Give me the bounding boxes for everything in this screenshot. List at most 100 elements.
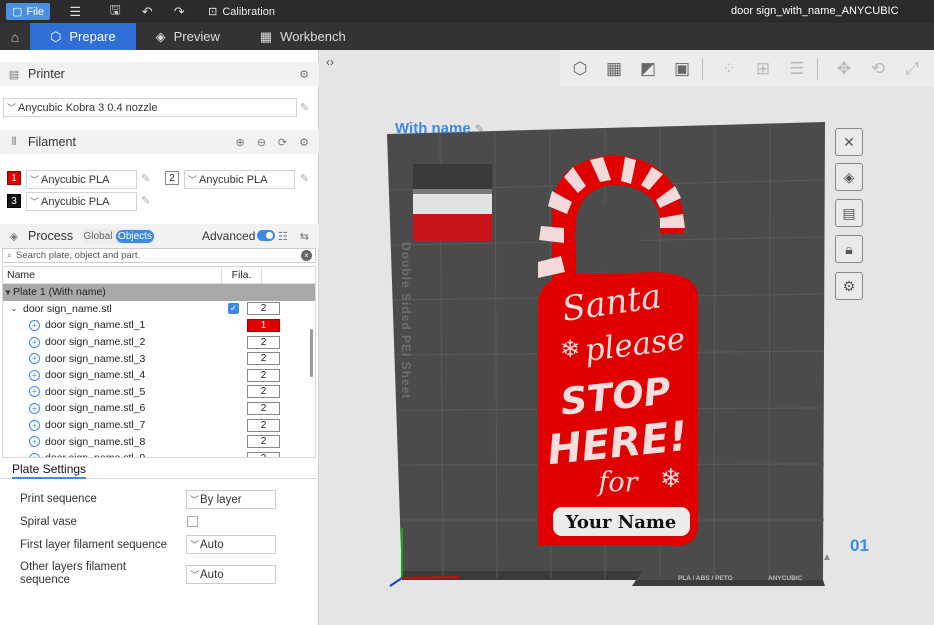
chevron-down-icon: ﹀ xyxy=(190,540,200,550)
advanced-toggle[interactable] xyxy=(257,230,275,241)
edit-printer-icon[interactable]: ✎ xyxy=(300,101,309,114)
part-row[interactable]: + door sign_name.stl_4 2 xyxy=(3,367,315,384)
part-filament-field[interactable]: 1 xyxy=(247,318,280,332)
save-icon[interactable]: 🖫 xyxy=(108,1,122,23)
toolbar-divider xyxy=(702,57,703,80)
process-list-icon[interactable]: ☷ xyxy=(278,230,288,243)
part-row[interactable]: + door sign_name.stl_9 2 xyxy=(3,450,315,457)
home-icon[interactable]: ⌂ xyxy=(0,23,30,50)
part-row[interactable]: + door sign_name.stl_2 2 xyxy=(3,334,315,351)
sync-filament-icon[interactable]: ⟳ xyxy=(278,136,287,149)
printer-select[interactable]: ﹀ Anycubic Kobra 3 0.4 nozzle xyxy=(3,98,297,117)
tab-preview[interactable]: ◈ Preview xyxy=(136,23,240,50)
part-row-label: door sign_name.stl_3 xyxy=(45,352,146,365)
column-name-header[interactable]: Name xyxy=(3,267,222,283)
part-row[interactable]: + door sign_name.stl_6 2 xyxy=(3,400,315,417)
part-filament-field[interactable]: 2 xyxy=(247,435,280,449)
title-bar: ▢ File ☰ 🖫 ↶ ↷ ⊡ Calibration door sign_w… xyxy=(0,0,934,23)
remove-filament-icon[interactable]: ⊖ xyxy=(257,136,266,149)
add-plate-icon[interactable]: ▦ xyxy=(600,57,628,81)
part-row-label: door sign_name.stl_2 xyxy=(45,336,146,349)
layers-icon: ◈ xyxy=(155,28,166,44)
expand-arrow-icon[interactable]: ⌄ xyxy=(9,304,19,313)
edit-filament-3-icon[interactable]: ✎ xyxy=(141,194,150,207)
chevron-down-icon: ﹀ xyxy=(188,175,198,185)
tab-workbench[interactable]: ▦ Workbench xyxy=(240,23,366,50)
tab-prepare[interactable]: ⬡ Prepare xyxy=(30,23,136,50)
split-objects-icon[interactable]: ⁘ xyxy=(715,57,743,81)
orient-icon[interactable]: ◩ xyxy=(634,57,662,81)
filament-settings-icon[interactable]: ⚙ xyxy=(299,136,309,149)
bed-brand-text: ANYCUBIC xyxy=(768,575,803,582)
part-filament-field[interactable]: 2 xyxy=(247,418,280,432)
process-global-option[interactable]: Global xyxy=(80,231,116,242)
printer-settings-icon[interactable]: ⚙ xyxy=(299,68,309,81)
plate-settings-tab[interactable]: Plate Settings xyxy=(0,459,319,479)
calibration-label: Calibration xyxy=(222,5,275,18)
scale-icon[interactable]: ⤢ xyxy=(898,57,926,81)
part-filament-field[interactable]: 2 xyxy=(247,368,280,382)
part-row[interactable]: + door sign_name.stl_3 2 xyxy=(3,350,315,367)
part-filament-field[interactable]: 2 xyxy=(247,335,280,349)
calibration-button[interactable]: ⊡ Calibration xyxy=(208,5,275,19)
print-sequence-select[interactable]: ﹀ By layer xyxy=(186,490,276,509)
redo-icon[interactable]: ↷ xyxy=(172,4,186,20)
column-fila-header[interactable]: Fila. xyxy=(222,267,262,283)
move-icon[interactable]: ✥ xyxy=(830,57,858,81)
filament-slot-2-badge[interactable]: 2 xyxy=(165,171,179,185)
layers-editor-icon[interactable]: ☰ xyxy=(783,57,811,81)
spiral-vase-checkbox[interactable] xyxy=(187,516,198,527)
filament-slot-3-badge[interactable]: 3 xyxy=(7,194,21,208)
menu-icon[interactable]: ☰ xyxy=(68,4,82,20)
first-layer-sequence-select[interactable]: ﹀ Auto xyxy=(186,535,276,554)
filament-slot-1-badge[interactable]: 1 xyxy=(7,171,21,185)
object-filament-field[interactable]: 2 xyxy=(247,302,280,316)
process-compare-icon[interactable]: ⇆ xyxy=(300,230,309,243)
filament-slot-3-select[interactable]: ﹀ Anycubic PLA xyxy=(26,192,137,211)
part-filament-field[interactable]: 2 xyxy=(247,451,280,457)
part-row[interactable]: + door sign_name.stl_5 2 xyxy=(3,384,315,401)
object-list-scrollbar[interactable] xyxy=(310,329,313,377)
other-layers-sequence-select[interactable]: ﹀ Auto xyxy=(186,565,276,584)
clear-search-icon[interactable]: × xyxy=(301,250,312,261)
part-filament-field[interactable]: 2 xyxy=(247,401,280,415)
filament-slot-3-name: Anycubic PLA xyxy=(41,195,110,208)
arrange-plate-button[interactable]: ▤ xyxy=(835,199,863,227)
expand-arrow-icon[interactable]: ▼ xyxy=(3,288,13,297)
process-title: Process xyxy=(28,229,74,243)
part-row[interactable]: + door sign_name.stl_7 2 xyxy=(3,417,315,434)
filament-slot-1-select[interactable]: ﹀ Anycubic PLA xyxy=(26,170,137,189)
collapse-sidebar-icon[interactable]: ‹› xyxy=(326,55,334,69)
toolbar-divider xyxy=(817,57,818,80)
part-filament-field[interactable]: 2 xyxy=(247,385,280,399)
part-row[interactable]: + door sign_name.stl_8 2 xyxy=(3,433,315,450)
rotate-icon[interactable]: ⟲ xyxy=(864,57,892,81)
object-search-input[interactable]: ⌕ Search plate, object and part. × xyxy=(2,248,316,263)
orient-plate-button[interactable]: ◈ xyxy=(835,163,863,191)
add-filament-icon[interactable]: ⊕ xyxy=(235,136,244,149)
filament-title: Filament xyxy=(28,135,76,149)
edit-filament-2-icon[interactable]: ✎ xyxy=(300,172,309,185)
filament-slot-2-select[interactable]: ﹀ Anycubic PLA xyxy=(184,170,295,189)
arrange-icon[interactable]: ▣ xyxy=(668,57,696,81)
object-row[interactable]: ⌄ door sign_name.stl ✓ 2 xyxy=(3,301,315,318)
delete-plate-button[interactable]: ✕ xyxy=(835,128,863,156)
part-row-label: door sign_name.stl_7 xyxy=(45,419,146,432)
edit-filament-1-icon[interactable]: ✎ xyxy=(141,172,150,185)
3d-viewport[interactable]: Double Sided PEI Sheet PLA / ABS / PETG … xyxy=(320,50,934,625)
process-scope-toggle[interactable]: Global Objects xyxy=(80,229,156,244)
process-objects-option[interactable]: Objects xyxy=(116,230,154,243)
object-visible-checkbox[interactable]: ✓ xyxy=(228,303,239,315)
plate-name-label[interactable]: With name ✎ xyxy=(395,120,485,137)
add-object-icon[interactable]: ⬡ xyxy=(566,57,594,81)
plate-row[interactable]: ▼ Plate 1 (With name) xyxy=(3,284,315,301)
part-filament-field[interactable]: 2 xyxy=(247,352,280,366)
part-row[interactable]: + door sign_name.stl_1 1 xyxy=(3,317,315,334)
file-menu-button[interactable]: ▢ File xyxy=(6,3,51,20)
plate-settings-button[interactable]: ⚙ xyxy=(835,272,863,300)
edit-plate-name-icon[interactable]: ✎ xyxy=(475,122,485,136)
lock-plate-button[interactable]: 🔒︎ xyxy=(835,235,863,263)
plate-settings-label: Plate Settings xyxy=(12,462,87,479)
undo-icon[interactable]: ↶ xyxy=(140,4,154,20)
split-parts-icon[interactable]: ⊞ xyxy=(749,57,777,81)
